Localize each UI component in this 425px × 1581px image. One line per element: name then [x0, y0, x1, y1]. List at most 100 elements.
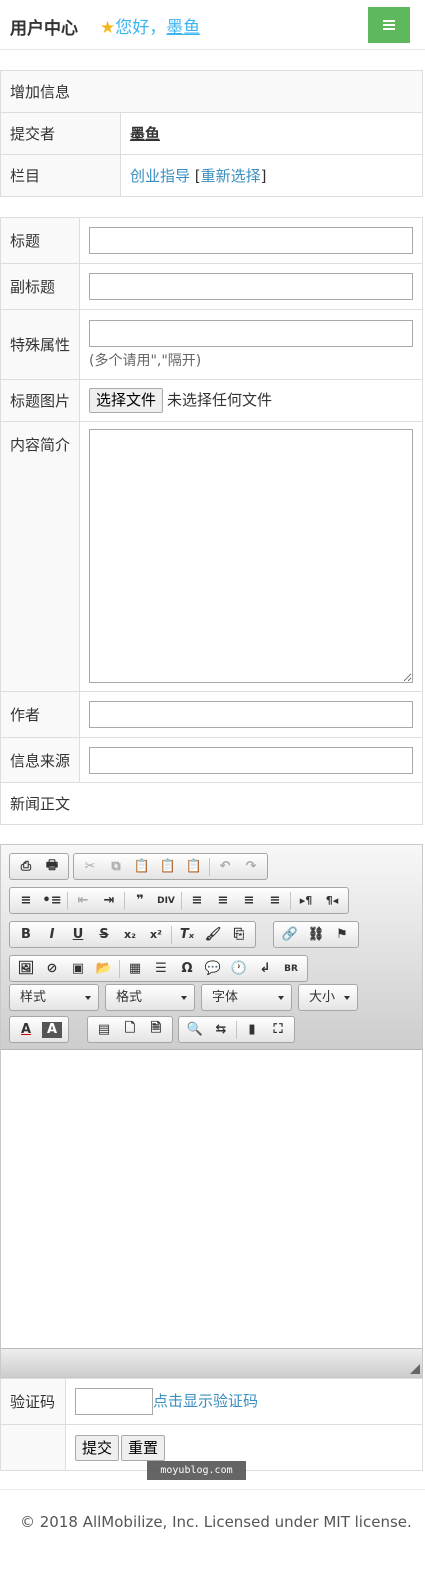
hamburger-icon — [383, 20, 395, 30]
numbered-list-icon[interactable]: ≡ — [13, 890, 39, 912]
file-status: 未选择任何文件 — [167, 391, 273, 409]
templates-icon[interactable]: ▤ — [91, 1019, 117, 1041]
unlink-icon[interactable]: ⛓ — [303, 924, 329, 946]
special-hint: (多个请用","隔开) — [89, 352, 202, 369]
search-icon[interactable]: 🔍 — [182, 1019, 208, 1041]
image-label: 标题图片 — [0, 379, 80, 422]
remove-format-icon[interactable]: Tₓ — [174, 924, 200, 946]
preview-icon[interactable]: ⎙ — [13, 856, 39, 878]
submitter-label: 提交者 — [0, 112, 121, 155]
reset-button[interactable]: 重置 — [121, 1434, 166, 1461]
top-header: 用户中心 ★您好，墨鱼 — [0, 0, 425, 50]
italic-icon[interactable]: I — [39, 924, 65, 946]
blockquote-icon[interactable]: ❞ — [127, 890, 153, 912]
footer-copyright: © 2018 AllMobilize, Inc. Licensed under … — [20, 1513, 412, 1531]
page-break-icon[interactable]: ↲ — [252, 958, 278, 980]
editor-toolbar: ⎙ 🖶 ✂ ⧉ 📋 📋 📋 ↶ ↷ ≡ •≡ ⇤ ⇥ ❞ DIV ≡ ≡ ≡ ≡… — [1, 845, 422, 1050]
greeting-text: 您好， — [115, 18, 167, 38]
toolbar-group-document: ⎙ 🖶 — [9, 853, 69, 880]
outdent-icon[interactable]: ⇤ — [70, 890, 96, 912]
font-color-icon[interactable]: A — [13, 1019, 39, 1041]
anchor-icon[interactable]: ⚑ — [329, 924, 355, 946]
resize-handle-icon[interactable] — [410, 1364, 420, 1374]
size-dropdown-label: 大小 — [309, 990, 336, 1005]
toolbar-group-media: 🖼 ⊘ ▣ 📂 ▦ ☰ Ω 💬 🕐 ↲ BR — [9, 955, 308, 982]
special-char-icon[interactable]: Ω — [174, 958, 200, 980]
align-left-icon[interactable]: ≡ — [184, 890, 210, 912]
maximize-icon[interactable]: ⛶ — [265, 1019, 291, 1041]
document-icon[interactable]: 🗎 — [143, 1019, 169, 1041]
format-brush-icon[interactable]: 🖌 — [200, 924, 226, 946]
align-right-icon[interactable]: ≡ — [236, 890, 262, 912]
footer-divider — [0, 1489, 425, 1490]
editor-content-area[interactable] — [1, 1050, 422, 1348]
indent-icon[interactable]: ⇥ — [96, 890, 122, 912]
replace-icon[interactable]: ⇆ — [208, 1019, 234, 1041]
paste-icon[interactable]: 📋 — [129, 856, 155, 878]
table-icon[interactable]: ▦ — [122, 958, 148, 980]
copy-format-icon[interactable]: ⎘ — [226, 924, 252, 946]
intro-textarea[interactable] — [89, 428, 413, 683]
rtl-icon[interactable]: ¶◂ — [319, 890, 345, 912]
info-table: 增加信息 提交者 墨鱼 栏目 创业指导 [重新选择] — [0, 70, 423, 197]
captcha-input[interactable] — [75, 1388, 153, 1415]
choose-file-button[interactable]: 选择文件 — [89, 388, 164, 413]
undo-icon[interactable]: ↶ — [212, 856, 238, 878]
font-dropdown[interactable]: 字体 — [201, 984, 292, 1011]
attach-file-icon[interactable]: 📂 — [91, 958, 117, 980]
flash-icon[interactable]: ⊘ — [39, 958, 65, 980]
toolbar-separator — [290, 891, 291, 910]
toolbar-group-colors: A A — [9, 1016, 69, 1043]
copy-icon[interactable]: ⧉ — [103, 856, 129, 878]
toolbar-separator — [124, 891, 125, 910]
align-center-icon[interactable]: ≡ — [210, 890, 236, 912]
article-form: 标题 副标题 特殊属性 (多个请用","隔开) 标题图片 选择文件 未选择任何文件… — [0, 217, 423, 825]
toolbar-separator — [181, 891, 182, 910]
redo-icon[interactable]: ↷ — [238, 856, 264, 878]
empty-label-cell — [0, 1424, 66, 1471]
toolbar-separator — [119, 959, 120, 978]
line-break-icon[interactable]: BR — [278, 958, 304, 980]
link-icon[interactable]: 🔗 — [277, 924, 303, 946]
bold-icon[interactable]: B — [13, 924, 39, 946]
menu-button[interactable] — [368, 7, 410, 43]
div-icon[interactable]: DIV — [153, 890, 179, 912]
media-icon[interactable]: ▣ — [65, 958, 91, 980]
subtitle-label: 副标题 — [0, 263, 80, 310]
editor-statusbar — [1, 1348, 422, 1377]
subtitle-input[interactable] — [89, 273, 413, 300]
show-captcha-link[interactable]: 点击显示验证码 — [153, 1392, 258, 1410]
justify-icon[interactable]: ≡ — [262, 890, 288, 912]
new-page-icon[interactable]: 🗋 — [117, 1019, 143, 1041]
special-label: 特殊属性 — [0, 309, 80, 380]
source-icon[interactable]: ▮ — [239, 1019, 265, 1041]
toolbar-group-clipboard: ✂ ⧉ 📋 📋 📋 ↶ ↷ — [73, 853, 268, 880]
strike-icon[interactable]: S — [91, 924, 117, 946]
underline-icon[interactable]: U — [65, 924, 91, 946]
submit-button[interactable]: 提交 — [75, 1434, 120, 1461]
ltr-icon[interactable]: ▸¶ — [293, 890, 319, 912]
cut-icon[interactable]: ✂ — [77, 856, 103, 878]
username-link[interactable]: 墨鱼 — [166, 18, 200, 38]
reselect-link[interactable]: 重新选择 — [201, 167, 261, 185]
title-input[interactable] — [89, 227, 413, 254]
size-dropdown[interactable]: 大小 — [298, 984, 358, 1011]
style-dropdown[interactable]: 样式 — [9, 984, 99, 1011]
special-input[interactable] — [89, 319, 413, 347]
format-dropdown[interactable]: 格式 — [105, 984, 195, 1011]
paste-text-icon[interactable]: 📋 — [155, 856, 181, 878]
smiley-icon[interactable]: 💬 — [200, 958, 226, 980]
clock-icon[interactable]: 🕐 — [226, 958, 252, 980]
subscript-icon[interactable]: x₂ — [117, 924, 143, 946]
author-input[interactable] — [89, 701, 413, 728]
image-icon[interactable]: 🖼 — [13, 958, 39, 980]
horizontal-rule-icon[interactable]: ☰ — [148, 958, 174, 980]
source-input[interactable] — [89, 746, 413, 774]
bullet-list-icon[interactable]: •≡ — [39, 890, 65, 912]
superscript-icon[interactable]: x² — [143, 924, 169, 946]
bg-color-icon[interactable]: A — [42, 1021, 62, 1038]
paste-word-icon[interactable]: 📋 — [181, 856, 207, 878]
print-icon[interactable]: 🖶 — [39, 856, 65, 878]
toolbar-group-tools: 🔍 ⇆ ▮ ⛶ — [178, 1016, 295, 1043]
column-link[interactable]: 创业指导 — [130, 167, 190, 185]
